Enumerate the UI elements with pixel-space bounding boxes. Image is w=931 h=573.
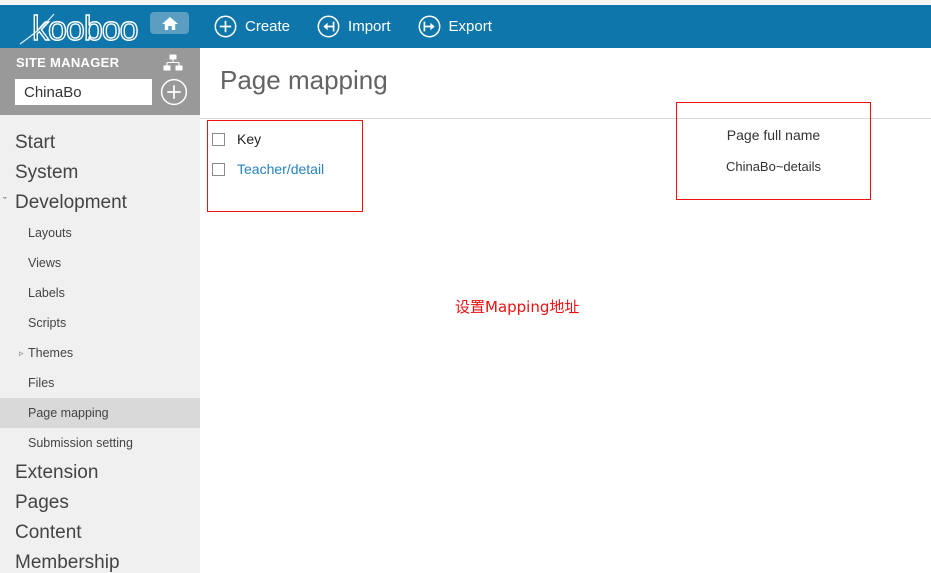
- page-full-name-header: Page full name: [726, 127, 821, 143]
- create-label: Create: [245, 18, 291, 35]
- annotation-text: 设置Mapping地址: [455, 298, 580, 316]
- kooboo-logo[interactable]: kooboo: [18, 8, 158, 49]
- sidebar-item-layouts[interactable]: Layouts: [0, 218, 200, 248]
- page-full-name-panel: Page full name ChinaBo~details: [676, 102, 871, 174]
- sidebar-nav: Start System ˇ Development Layouts Views Label…: [0, 128, 200, 573]
- export-button[interactable]: Export: [418, 15, 492, 38]
- sidebar-item-label: Labels: [28, 286, 65, 300]
- application-window: kooboo Create Import Export SITE MANAGER…: [0, 0, 931, 573]
- mapping-key-list: Key Teacher/detail: [212, 124, 362, 184]
- home-icon: [162, 17, 178, 30]
- top-actions: Create Import Export: [214, 5, 519, 48]
- checkbox-teacher-detail[interactable]: [212, 162, 225, 176]
- sidebar-item-membership[interactable]: Membership: [0, 548, 200, 573]
- svg-text:kooboo: kooboo: [32, 10, 138, 48]
- sidebar-item-label: Content: [15, 522, 82, 543]
- main-content: Page mapping Key Teacher/detail Page full…: [200, 48, 931, 573]
- sidebar-item-label: System: [15, 162, 79, 183]
- add-site-button[interactable]: [160, 78, 188, 106]
- chevron-right-icon: ▹: [19, 348, 24, 358]
- export-label: Export: [448, 18, 492, 35]
- chevron-down-icon: ˇ: [3, 196, 7, 208]
- site-manager-title: SITE MANAGER: [16, 55, 120, 70]
- sidebar-item-themes[interactable]: ▹ Themes: [0, 338, 200, 368]
- site-manager-panel: SITE MANAGER: [0, 48, 200, 115]
- site-selector-input[interactable]: [15, 79, 152, 105]
- import-label: Import: [348, 18, 391, 35]
- page-title: Page mapping: [220, 65, 388, 95]
- sidebar-item-pages[interactable]: Pages: [0, 488, 200, 518]
- sidebar-item-start[interactable]: Start: [0, 128, 200, 158]
- import-arrow-circle-icon: [317, 15, 340, 38]
- sitemap-icon[interactable]: [163, 54, 183, 77]
- sidebar-item-label: Development: [15, 192, 127, 213]
- sidebar-item-development[interactable]: ˇ Development: [0, 188, 200, 218]
- import-button[interactable]: Import: [317, 15, 391, 38]
- export-arrow-circle-icon: [418, 15, 441, 38]
- sidebar-item-label: Membership: [15, 552, 120, 573]
- sidebar-item-views[interactable]: Views: [0, 248, 200, 278]
- create-button[interactable]: Create: [214, 15, 290, 38]
- home-button[interactable]: [150, 12, 189, 34]
- sidebar-item-label: Layouts: [28, 226, 72, 240]
- sidebar-item-extension[interactable]: Extension: [0, 458, 200, 488]
- mapping-row: Key: [212, 124, 362, 154]
- sidebar-item-label: Views: [28, 256, 62, 270]
- mapping-row: Teacher/detail: [212, 154, 362, 184]
- top-navigation-bar: kooboo Create Import Export: [0, 5, 931, 49]
- sidebar-item-submission-setting[interactable]: Submission setting: [0, 428, 200, 458]
- sidebar-item-scripts[interactable]: Scripts: [0, 308, 200, 338]
- sidebar-item-label: Files: [28, 376, 55, 390]
- sidebar-item-label: Scripts: [28, 316, 67, 330]
- sidebar-item-label: Page mapping: [28, 406, 109, 420]
- mapping-column-header: Key: [237, 131, 262, 147]
- plus-circle-icon: [214, 15, 237, 38]
- sidebar: SITE MANAGER Start System ˇ Development Layo…: [0, 48, 200, 573]
- sidebar-item-label: Pages: [15, 492, 69, 513]
- page-full-name-value: ChinaBo~details: [725, 159, 822, 174]
- sidebar-item-label: Start: [15, 132, 56, 153]
- sidebar-item-label: Extension: [15, 462, 99, 483]
- sidebar-item-label: Themes: [28, 346, 74, 360]
- sidebar-item-page-mapping[interactable]: Page mapping: [0, 398, 200, 428]
- sidebar-item-content[interactable]: Content: [0, 518, 200, 548]
- checkbox-key[interactable]: [212, 132, 225, 146]
- sidebar-item-files[interactable]: Files: [0, 368, 200, 398]
- sidebar-item-labels[interactable]: Labels: [0, 278, 200, 308]
- sidebar-item-label: Submission setting: [28, 436, 133, 450]
- mapping-link[interactable]: Teacher/detail: [237, 161, 324, 177]
- sidebar-item-system[interactable]: System: [0, 158, 200, 188]
